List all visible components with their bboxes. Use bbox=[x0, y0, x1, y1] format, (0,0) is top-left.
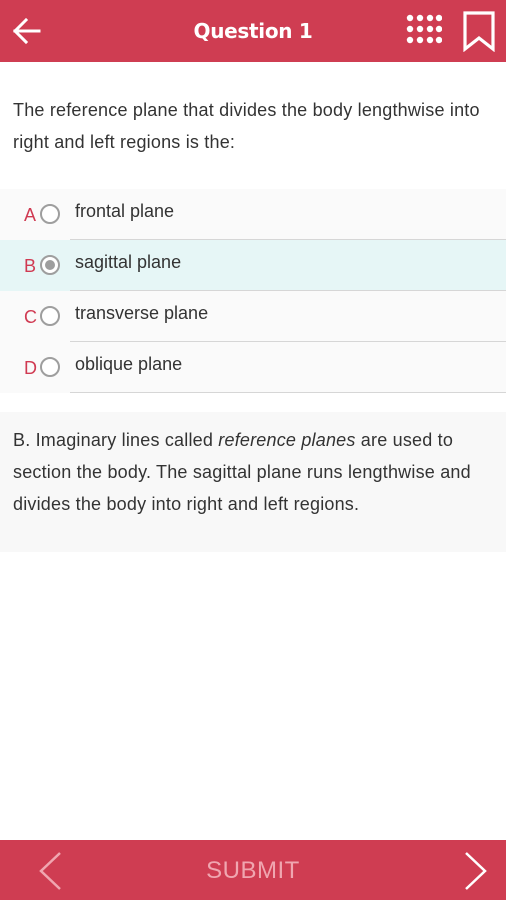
chevron-right-icon[interactable] bbox=[462, 850, 490, 892]
option-letter: D bbox=[24, 358, 37, 378]
radio-button[interactable] bbox=[40, 204, 60, 224]
top-app-bar: Question 1 bbox=[0, 0, 506, 62]
option-b[interactable]: B sagittal plane bbox=[0, 240, 506, 291]
option-a[interactable]: A frontal plane bbox=[0, 189, 506, 240]
bookmark-icon[interactable] bbox=[462, 10, 496, 53]
explanation-text-start: B. Imaginary lines called bbox=[13, 430, 219, 450]
option-label: frontal plane bbox=[75, 201, 175, 221]
question-text: The reference plane that divides the bod… bbox=[13, 100, 480, 152]
option-letter: C bbox=[24, 307, 37, 327]
option-label: oblique plane bbox=[75, 354, 183, 374]
option-letter: A bbox=[24, 205, 37, 225]
divider bbox=[70, 392, 506, 393]
explanation-text: B. Imaginary lines called reference plan… bbox=[13, 424, 497, 520]
option-d[interactable]: D oblique plane bbox=[0, 342, 506, 393]
radio-button[interactable] bbox=[40, 306, 60, 326]
bottom-nav-bar: SUBMIT bbox=[0, 840, 506, 900]
answer-options: A frontal plane B sagittal plane C trans… bbox=[0, 189, 506, 393]
option-label: transverse plane bbox=[75, 303, 209, 323]
radio-button[interactable] bbox=[40, 255, 60, 275]
explanation-emphasis: reference planes bbox=[218, 430, 356, 450]
question-grid-icon[interactable] bbox=[406, 14, 443, 50]
option-label: sagittal plane bbox=[75, 252, 182, 272]
radio-button[interactable] bbox=[40, 357, 60, 377]
explanation-panel: B. Imaginary lines called reference plan… bbox=[0, 412, 506, 552]
option-letter: B bbox=[24, 256, 37, 276]
option-c[interactable]: C transverse plane bbox=[0, 291, 506, 342]
submit-button[interactable]: SUBMIT bbox=[0, 857, 506, 885]
